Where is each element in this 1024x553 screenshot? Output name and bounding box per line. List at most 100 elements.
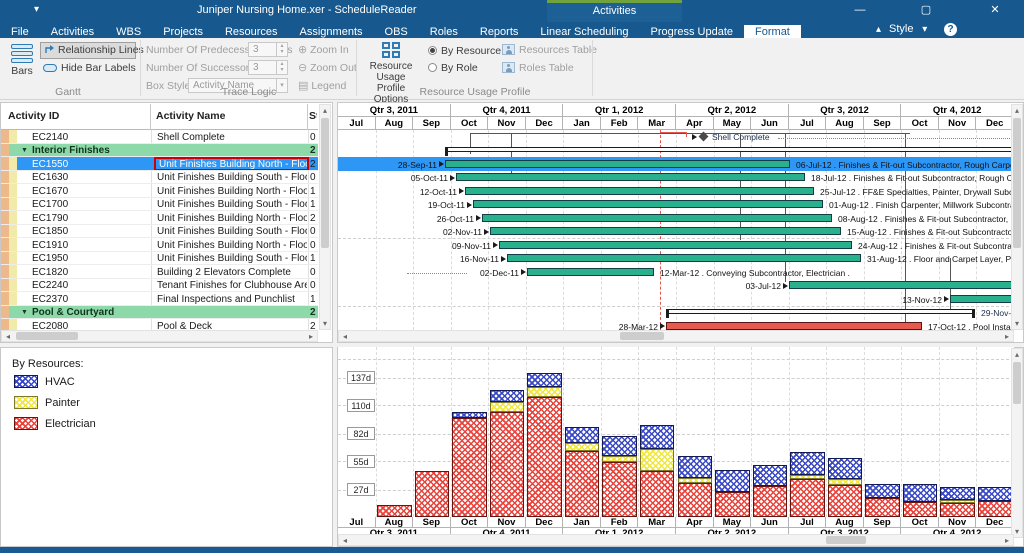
timeline-month-cell[interactable]: Dec (976, 117, 1014, 130)
horizontal-scrollbar[interactable] (338, 534, 1014, 546)
table-row[interactable]: EC1950 Unit Finishes Building South - Flo… (1, 251, 318, 265)
timeline-month-cell[interactable]: Nov (488, 117, 526, 130)
collapse-icon[interactable]: ▼ (21, 147, 28, 154)
table-row[interactable]: EC1700 Unit Finishes Building South - Flo… (1, 197, 318, 211)
timeline-month-cell[interactable]: Sep (863, 117, 902, 130)
scroll-down-icon[interactable]: ▾ (320, 319, 330, 328)
succ-levels-spinner[interactable]: 3 ▴ ▾ (248, 60, 288, 75)
gantt-bar[interactable] (490, 227, 841, 235)
timeline-month-cell[interactable]: May (713, 117, 752, 130)
timeline-month-cell[interactable]: Nov (938, 117, 977, 130)
scroll-up-icon[interactable]: ▴ (320, 106, 330, 115)
scroll-up-icon[interactable]: ▴ (1012, 350, 1022, 359)
gantt-bar[interactable] (950, 294, 1014, 303)
minimize-button[interactable]: — (847, 2, 873, 19)
column-header-start-clipped[interactable]: St (309, 110, 317, 122)
timeline-month-cell[interactable]: Jul (338, 117, 376, 130)
by-resource-radio[interactable]: By Resource (428, 45, 501, 57)
gantt-bar[interactable] (527, 267, 654, 276)
column-header-activity-id[interactable]: Activity ID (8, 110, 59, 122)
summary-bar[interactable] (445, 146, 1014, 152)
resources-table-button[interactable]: Resources Table (502, 44, 597, 56)
column-header-activity-name[interactable]: Activity Name (156, 110, 225, 122)
table-row[interactable]: EC2240 Tenant Finishes for Clubhouse Area… (1, 278, 318, 292)
gantt-bar[interactable] (499, 240, 852, 249)
scroll-left-icon[interactable]: ◂ (340, 536, 350, 545)
group-row[interactable]: ▼ Interior Finishes 2 (1, 143, 318, 157)
timeline-quarter-cell[interactable]: Qtr 4, 2011 (450, 104, 564, 117)
scroll-up-icon[interactable]: ▴ (1012, 106, 1022, 115)
gantt-bar[interactable] (465, 186, 814, 195)
scroll-left-icon[interactable]: ◂ (340, 332, 350, 341)
summary-bar[interactable] (666, 308, 975, 314)
timeline-month-cell[interactable]: Sep (413, 117, 451, 130)
gantt-bar[interactable] (445, 159, 790, 168)
table-row[interactable]: EC1790 Unit Finishes Building North - Flo… (1, 211, 318, 225)
relationship-lines-button[interactable]: Relationship Lines (40, 42, 144, 59)
restore-button[interactable]: ▢ (913, 2, 939, 19)
table-row[interactable]: EC2370 Final Inspections and Punchlist 1 (1, 292, 318, 306)
style-dropdown-icon[interactable]: ▾ (922, 24, 927, 35)
table-row[interactable]: EC2080 Pool & Deck 2 (1, 319, 318, 330)
gantt-bar[interactable] (456, 173, 805, 181)
scroll-right-icon[interactable]: ▸ (1002, 536, 1012, 545)
table-row[interactable]: EC2140 Shell Complete 0 (1, 130, 318, 144)
table-row[interactable]: EC1850 Unit Finishes Building South - Flo… (1, 224, 318, 238)
timeline-quarter-cell[interactable]: Qtr 2, 2012 (676, 104, 789, 117)
timeline-quarter-cell[interactable]: Qtr 4, 2012 (901, 104, 1014, 117)
activity-name-cell-selected[interactable]: Unit Finishes Building North - Floor 1 (154, 157, 309, 170)
scrollbar-thumb[interactable] (16, 332, 78, 340)
table-row[interactable]: EC1910 Unit Finishes Building North - Flo… (1, 238, 318, 252)
help-icon[interactable]: ? (944, 23, 958, 36)
timeline-month-cell[interactable]: Oct (450, 117, 489, 130)
spinner-arrows-icon[interactable]: ▴ ▾ (276, 43, 287, 56)
scroll-right-icon[interactable]: ▸ (1002, 332, 1012, 341)
timeline-quarter-cell[interactable]: Qtr 1, 2012 (563, 104, 676, 117)
timeline-quarter-cell[interactable]: Qtr 3, 2012 (788, 104, 902, 117)
zoom-in-button[interactable]: ⊕ Zoom In (298, 43, 349, 56)
close-button[interactable]: ✕ (982, 2, 1008, 19)
roles-table-button[interactable]: Roles Table (502, 62, 574, 74)
table-row[interactable]: EC1820 Building 2 Elevators Complete 0 (1, 265, 318, 279)
table-row[interactable]: EC1630 Unit Finishes Building South - Flo… (1, 170, 318, 184)
timeline-month-cell[interactable]: Feb (600, 117, 639, 130)
timeline-month-cell[interactable]: Apr (676, 117, 714, 130)
app-icon[interactable]: ▾ (34, 4, 39, 15)
pred-levels-spinner[interactable]: 3 ▴ ▾ (248, 42, 288, 57)
gantt-bar[interactable] (507, 254, 861, 262)
scroll-right-icon[interactable]: ▸ (306, 332, 316, 341)
column-line (308, 130, 309, 143)
zoom-out-button[interactable]: ⊖ Zoom Out (298, 61, 357, 74)
timeline-month-cell[interactable]: Aug (375, 117, 414, 130)
timeline-month-cell[interactable]: Jul (788, 117, 827, 130)
spinner-arrows-icon[interactable]: ▴ ▾ (276, 61, 287, 74)
collapse-icon[interactable]: ▼ (21, 309, 28, 316)
timeline-month-cell[interactable]: Dec (525, 117, 564, 130)
timeline-month-cell[interactable]: Aug (826, 117, 864, 130)
timeline-month-cell[interactable]: Jan (563, 117, 601, 130)
scrollbar-thumb[interactable] (1013, 362, 1021, 404)
gantt-bar[interactable] (482, 213, 832, 222)
collapse-ribbon-icon[interactable]: ▴ (876, 24, 881, 35)
horizontal-scrollbar[interactable] (338, 330, 1014, 342)
scrollbar-thumb[interactable] (620, 332, 664, 340)
group-row[interactable]: ▼ Pool & Courtyard 2 (1, 305, 318, 319)
gantt-bar[interactable] (473, 200, 823, 208)
by-role-radio[interactable]: By Role (428, 62, 478, 74)
scrollbar-thumb[interactable] (321, 118, 329, 248)
timeline-month-cell[interactable]: Mar (638, 117, 676, 130)
scrollbar-thumb[interactable] (1013, 118, 1021, 248)
gantt-bar[interactable] (789, 281, 1014, 289)
hide-bar-labels-button[interactable]: Hide Bar Labels (40, 61, 136, 78)
scroll-left-icon[interactable]: ◂ (3, 332, 13, 341)
scrollbar-thumb[interactable] (826, 536, 866, 544)
timeline-quarter-cell[interactable]: Qtr 3, 2011 (338, 104, 451, 117)
timeline-month-cell[interactable]: Jun (751, 117, 789, 130)
scroll-down-icon[interactable]: ▾ (1012, 319, 1022, 328)
gantt-bar-critical[interactable] (666, 321, 922, 330)
table-row[interactable]: EC1670 Unit Finishes Building North - Flo… (1, 184, 318, 198)
table-row[interactable]: EC1550 Unit Finishes Building North - Flo… (1, 157, 318, 171)
timeline-month-cell[interactable]: Oct (901, 117, 939, 130)
bars-button[interactable]: Bars (6, 42, 38, 88)
style-menu[interactable]: Style (889, 23, 913, 35)
